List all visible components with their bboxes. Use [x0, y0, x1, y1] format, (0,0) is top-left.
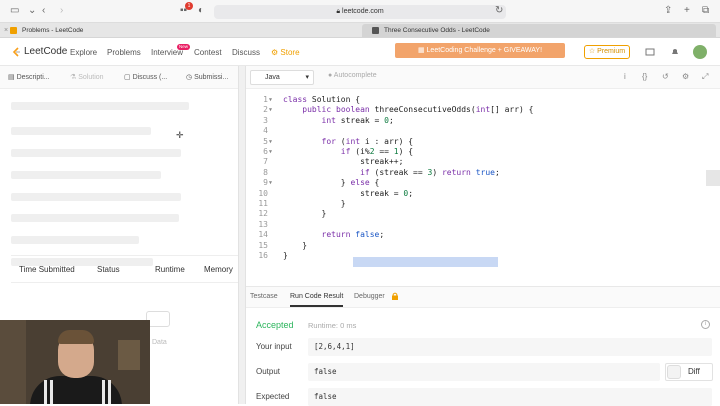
nav-problems[interactable]: Problems [107, 48, 141, 57]
result-status: Accepted [256, 320, 294, 330]
runtime-text: Runtime: 0 ms [308, 321, 357, 330]
store-icon: ⚙ [271, 48, 281, 57]
tab-label: Problems - LeetCode [22, 27, 84, 34]
new-tab-icon[interactable]: + [684, 5, 690, 17]
tab-run-code-result[interactable]: Run Code Result [290, 293, 344, 307]
logo-text[interactable]: LeetCode [24, 46, 67, 57]
loading-placeholder [11, 149, 181, 157]
promo-banner[interactable]: ▦ LeetCoding Challenge + GIVEAWAY! [395, 43, 565, 58]
diff-toggle[interactable]: Diff [665, 363, 713, 381]
column-memory[interactable]: Memory [204, 265, 233, 274]
star-icon: ☆ [588, 48, 598, 55]
webcam-lamp [118, 340, 140, 370]
nav-explore[interactable]: Explore [70, 48, 97, 57]
tab-testcase[interactable]: Testcase [250, 293, 278, 300]
chevron-down-icon: ▾ [305, 74, 309, 81]
editor-toolbar: Java ▾ ● Autocomplete i {} ↺ ⚙ ⤢ [246, 66, 720, 89]
avatar[interactable] [693, 45, 707, 59]
reset-icon[interactable]: ↺ [662, 72, 669, 82]
flask-icon: ⚗ [70, 74, 79, 81]
line-highlight [353, 257, 498, 267]
info-icon[interactable]: i [701, 320, 710, 329]
webcam-door [0, 320, 26, 404]
loading-placeholder [11, 193, 181, 201]
browser-tab-problems[interactable]: × Problems - LeetCode [0, 24, 360, 37]
new-badge: New [177, 44, 191, 50]
tab-overview-icon[interactable]: ⧉ [702, 5, 709, 17]
close-icon[interactable]: × [4, 24, 8, 37]
column-time-submitted[interactable]: Time Submitted [19, 265, 75, 274]
fullscreen-icon[interactable]: ⤢ [702, 72, 708, 82]
chevron-down-icon[interactable]: ⌄ [28, 5, 36, 17]
autocomplete-toggle[interactable]: ● Autocomplete [328, 72, 377, 79]
leetcode-logo-icon[interactable] [12, 47, 21, 57]
url-text: leetcode.com [342, 8, 384, 15]
browser-toolbar: ▭ ⌄ ‹ › ▪▪ 1 ◐ 🔒︎ leetcode.com ↻ ⇪ + ⧉ [0, 0, 720, 23]
expected-value: false [308, 388, 712, 406]
jacket-stripe [44, 380, 47, 404]
comment-icon: ▢ [124, 74, 133, 81]
browser-tabs: × Problems - LeetCode Three Consecutive … [0, 23, 720, 38]
notification-badge: 1 [185, 2, 193, 10]
column-status[interactable]: Status [97, 265, 120, 274]
reload-icon[interactable]: ↻ [495, 5, 503, 17]
address-bar[interactable]: 🔒︎ leetcode.com [214, 5, 506, 19]
submissions-table-header: Time Submitted Status Runtime Memory [11, 255, 238, 283]
language-select[interactable]: Java ▾ [250, 70, 314, 85]
jacket-stripe [102, 380, 105, 404]
info-icon[interactable]: i [624, 72, 626, 82]
cursor-crosshair-icon: ✛ [176, 130, 184, 140]
document-icon: ▤ [8, 74, 17, 81]
tab-solution[interactable]: ⚗ Solution [70, 71, 104, 85]
privacy-shield-icon[interactable]: ◐ [198, 5, 204, 17]
nav-store[interactable]: ⚙ Store [271, 48, 300, 57]
loading-placeholder [11, 214, 179, 222]
tab-description[interactable]: ▤ Descripti... [8, 71, 50, 85]
console-tabs: Testcase Run Code Result Debugger [246, 286, 720, 308]
tab-debugger[interactable]: Debugger [354, 293, 385, 300]
nav-discuss[interactable]: Discuss [232, 48, 260, 57]
leetcode-favicon-icon [10, 27, 17, 34]
clock-icon: ◷ [186, 74, 195, 81]
diff-label: Diff [688, 367, 700, 376]
column-runtime[interactable]: Runtime [155, 265, 185, 274]
gift-icon: ▦ [417, 47, 427, 54]
nav-contest[interactable]: Contest [194, 48, 222, 57]
tab-discuss[interactable]: ▢ Discuss (... [124, 71, 167, 85]
scrollbar-thumb[interactable] [706, 170, 720, 186]
share-icon[interactable]: ⇪ [664, 5, 672, 17]
panel-resize-handle[interactable] [238, 66, 246, 404]
lock-icon [392, 292, 398, 300]
webcam-overlay [0, 320, 150, 404]
input-value: [2,6,4,1] [308, 338, 712, 356]
jacket-stripe [50, 380, 53, 404]
tab-label: Three Consecutive Odds - LeetCode [384, 27, 490, 34]
browser-tab-three-consecutive-odds[interactable]: Three Consecutive Odds - LeetCode [362, 24, 716, 37]
tab-submissions[interactable]: ◷ Submissi... [186, 71, 228, 85]
problem-tabs: ▤ Descripti... ⚗ Solution ▢ Discuss (...… [0, 66, 238, 89]
code-editor[interactable]: 1 ▼ class Solution { 2 ▼ public boolean thr… [246, 89, 720, 285]
webcam-person-hair [58, 330, 94, 344]
loading-placeholder [11, 127, 151, 135]
loading-placeholder [11, 236, 139, 244]
back-icon[interactable]: ‹ [42, 5, 45, 17]
jacket-stripe [108, 380, 111, 404]
page-favicon-icon [372, 27, 379, 34]
bell-icon[interactable] [670, 47, 680, 57]
braces-icon[interactable]: {} [642, 72, 647, 82]
loading-placeholder [11, 102, 189, 110]
loading-placeholder [11, 171, 161, 179]
premium-button[interactable]: ☆ Premium [584, 45, 630, 59]
output-value: false [308, 363, 660, 381]
input-label: Your input [256, 342, 292, 351]
sidebar-toggle-icon[interactable]: ▭ [10, 5, 19, 17]
no-data-text: Data [152, 339, 167, 346]
forward-icon[interactable]: › [60, 5, 63, 17]
output-label: Output [256, 367, 281, 376]
diff-switch[interactable] [667, 365, 681, 379]
playground-icon[interactable] [645, 47, 655, 57]
expected-label: Expected [256, 392, 290, 401]
settings-icon[interactable]: ⚙ [682, 72, 689, 82]
